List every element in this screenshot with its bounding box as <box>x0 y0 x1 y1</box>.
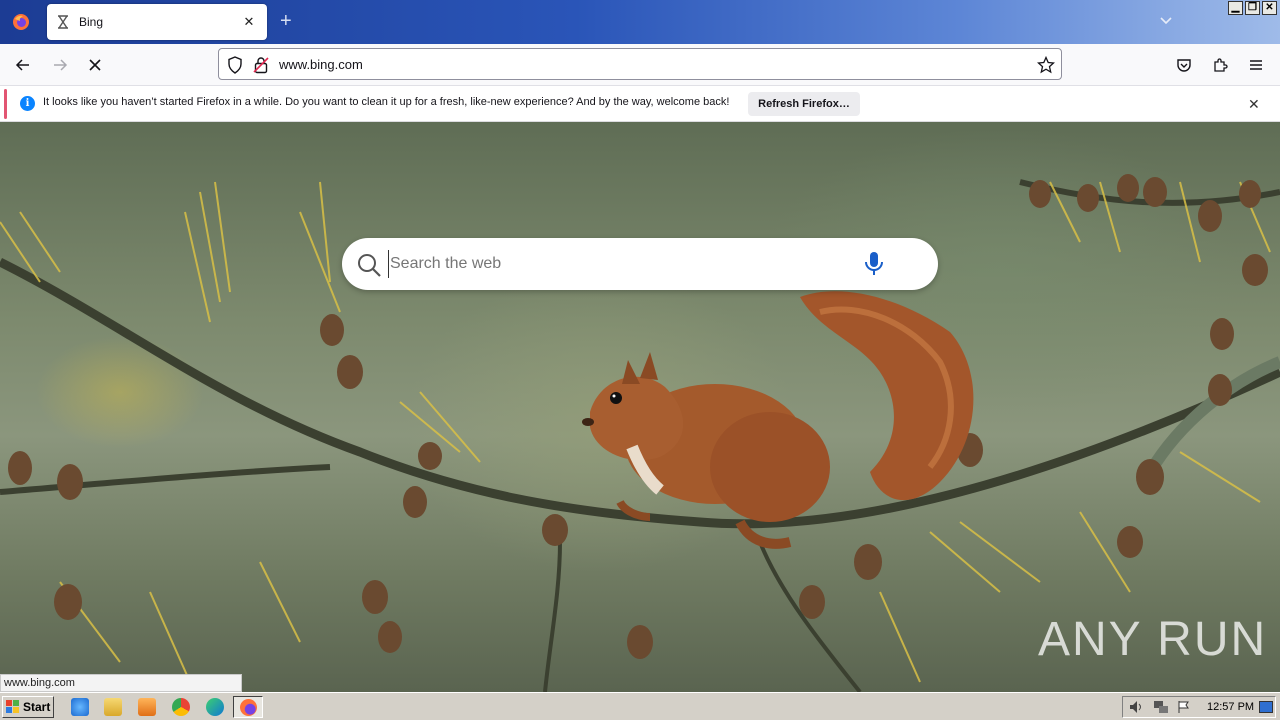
arrow-left-icon <box>15 59 29 71</box>
search-icon[interactable] <box>356 252 382 278</box>
restore-button[interactable]: ❐ <box>1245 1 1260 15</box>
loading-hourglass-icon <box>58 15 68 29</box>
tab-bing[interactable]: Bing ✕ <box>47 4 267 40</box>
internet-explorer-icon[interactable] <box>71 698 89 716</box>
arrow-right-icon <box>54 59 68 71</box>
show-desktop-icon[interactable] <box>1259 701 1273 713</box>
forward-button[interactable] <box>47 53 73 77</box>
list-all-tabs-button[interactable] <box>1158 12 1174 33</box>
refresh-firefox-button[interactable]: Refresh Firefox… <box>748 92 860 116</box>
pocket-button[interactable] <box>1171 53 1197 77</box>
start-label: Start <box>23 700 51 714</box>
start-button[interactable]: Start <box>2 696 54 718</box>
anyrun-watermark: ANY RUN <box>1038 613 1268 666</box>
tab-close-icon[interactable]: ✕ <box>241 14 257 30</box>
firefox-logo-icon <box>13 14 29 30</box>
search-input[interactable] <box>388 250 848 278</box>
network-icon[interactable] <box>1153 700 1169 714</box>
url-text: www.bing.com <box>279 57 363 72</box>
info-icon: i <box>20 96 35 111</box>
windows-logo-icon <box>6 700 19 713</box>
firefox-icon <box>240 699 257 716</box>
tab-title: Bing <box>79 15 104 29</box>
system-tray: 12:57 PM <box>1122 696 1276 718</box>
background-photo <box>0 174 1280 692</box>
notification-accent <box>4 89 7 119</box>
notification-bar: i It looks like you haven’t started Fire… <box>0 86 1280 122</box>
search-box[interactable] <box>342 238 938 290</box>
extensions-button[interactable] <box>1207 53 1233 77</box>
stop-button[interactable] <box>82 53 108 77</box>
lock-insecure-icon[interactable] <box>253 56 269 74</box>
chrome-icon[interactable] <box>172 698 190 716</box>
flag-icon[interactable] <box>1177 700 1191 714</box>
pocket-icon <box>1177 59 1191 72</box>
taskbar: Start 12:57 PM <box>0 692 1280 720</box>
media-player-icon[interactable] <box>138 698 156 716</box>
edge-icon[interactable] <box>206 698 224 716</box>
chevron-down-icon <box>1160 17 1172 25</box>
new-tab-button[interactable]: + <box>280 10 292 32</box>
clock: 12:57 PM <box>1207 701 1255 713</box>
minimize-button[interactable]: ▁ <box>1228 1 1243 15</box>
bing-page: ANY RUN <box>0 122 1280 692</box>
app-menu-button[interactable] <box>1243 53 1269 77</box>
star-bookmark-icon[interactable] <box>1037 56 1055 74</box>
speaker-icon[interactable] <box>1129 700 1145 714</box>
microphone-icon[interactable] <box>864 251 884 277</box>
status-url: www.bing.com <box>0 674 242 692</box>
screen: Bing ✕ + ▁ ❐ ✕ www.bing.com i It looks l… <box>0 0 1280 720</box>
stop-x-icon <box>89 59 101 71</box>
back-button[interactable] <box>10 53 36 77</box>
firefox-taskbar-button[interactable] <box>233 696 263 718</box>
puzzle-piece-icon <box>1214 58 1228 72</box>
shield-icon[interactable] <box>227 56 243 74</box>
notification-message: It looks like you haven’t started Firefo… <box>43 96 730 108</box>
close-icon[interactable]: ✕ <box>1248 96 1260 113</box>
url-bar[interactable]: www.bing.com <box>218 48 1062 80</box>
hamburger-menu-icon <box>1250 60 1262 70</box>
close-window-button[interactable]: ✕ <box>1262 1 1277 15</box>
firefox-menu-button[interactable] <box>0 0 42 44</box>
tab-bar: Bing ✕ + ▁ ❐ ✕ <box>0 0 1280 44</box>
navigation-toolbar: www.bing.com <box>0 44 1280 86</box>
file-explorer-icon[interactable] <box>104 698 122 716</box>
